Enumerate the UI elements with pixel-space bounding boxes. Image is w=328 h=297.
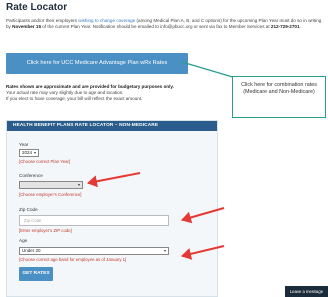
zip-input[interactable]: Zip Code xyxy=(19,215,169,226)
age-select[interactable]: Under 20 ▾ xyxy=(19,247,169,255)
ucc-medicare-rates-button[interactable]: Click here for UCC Medicare Advantage Pl… xyxy=(6,53,188,74)
year-value: 2024 xyxy=(22,150,33,155)
combination-rates-callout[interactable]: Click here for combination rates (Medica… xyxy=(232,76,326,118)
zip-label: Zip Code xyxy=(19,207,38,212)
intro-deadline: November 15 xyxy=(12,24,41,30)
chevron-down-icon: ▾ xyxy=(77,182,80,187)
chevron-down-icon: ▾ xyxy=(33,150,36,155)
get-rates-button[interactable]: GET RATES xyxy=(19,267,53,281)
year-select[interactable]: 2024 ▾ xyxy=(19,149,39,157)
intro-part3: of the current Plan Year. Notification s… xyxy=(41,24,271,30)
intro-text: Participants and/or their employers wish… xyxy=(6,18,326,30)
zip-help: [Enter employer's ZIP code] xyxy=(19,228,72,233)
age-help: [Choose correct age band for employee as… xyxy=(19,257,127,262)
conference-select[interactable]: ▾ xyxy=(19,181,83,189)
age-label: Age xyxy=(19,238,28,243)
chevron-down-icon: ▾ xyxy=(163,248,166,253)
form-header: HEALTH BENEFIT PLANS RATE LOCATOR – NON-… xyxy=(7,121,217,131)
conference-label: Conference xyxy=(19,173,43,178)
notes-line1: Rates shown are approximate and are prov… xyxy=(6,84,174,89)
intro-part1: Participants and/or their employers xyxy=(6,18,79,23)
age-value: Under 20 xyxy=(22,248,41,253)
notes-line3: If you elect to have coverage, your bill… xyxy=(6,96,143,102)
notes-line2: Your actual rate may vary slightly due t… xyxy=(6,90,124,96)
callout-connector xyxy=(181,61,237,79)
chat-widget-button[interactable]: Leave a message xyxy=(285,286,328,297)
page-title: Rate Locator xyxy=(6,2,68,13)
year-help: [Choose correct Plan Year] xyxy=(19,159,71,164)
rate-notes: Rates shown are approximate and are prov… xyxy=(6,84,226,103)
rate-locator-form: HEALTH BENEFIT PLANS RATE LOCATOR – NON-… xyxy=(6,120,218,297)
change-coverage-link[interactable]: wishing to change coverage xyxy=(78,18,135,23)
conference-help: [Choose employer's Conference] xyxy=(19,192,82,197)
year-label: Year xyxy=(19,142,29,147)
intro-phone: 212-729-2701 xyxy=(270,24,300,30)
intro-end: . xyxy=(299,24,301,30)
